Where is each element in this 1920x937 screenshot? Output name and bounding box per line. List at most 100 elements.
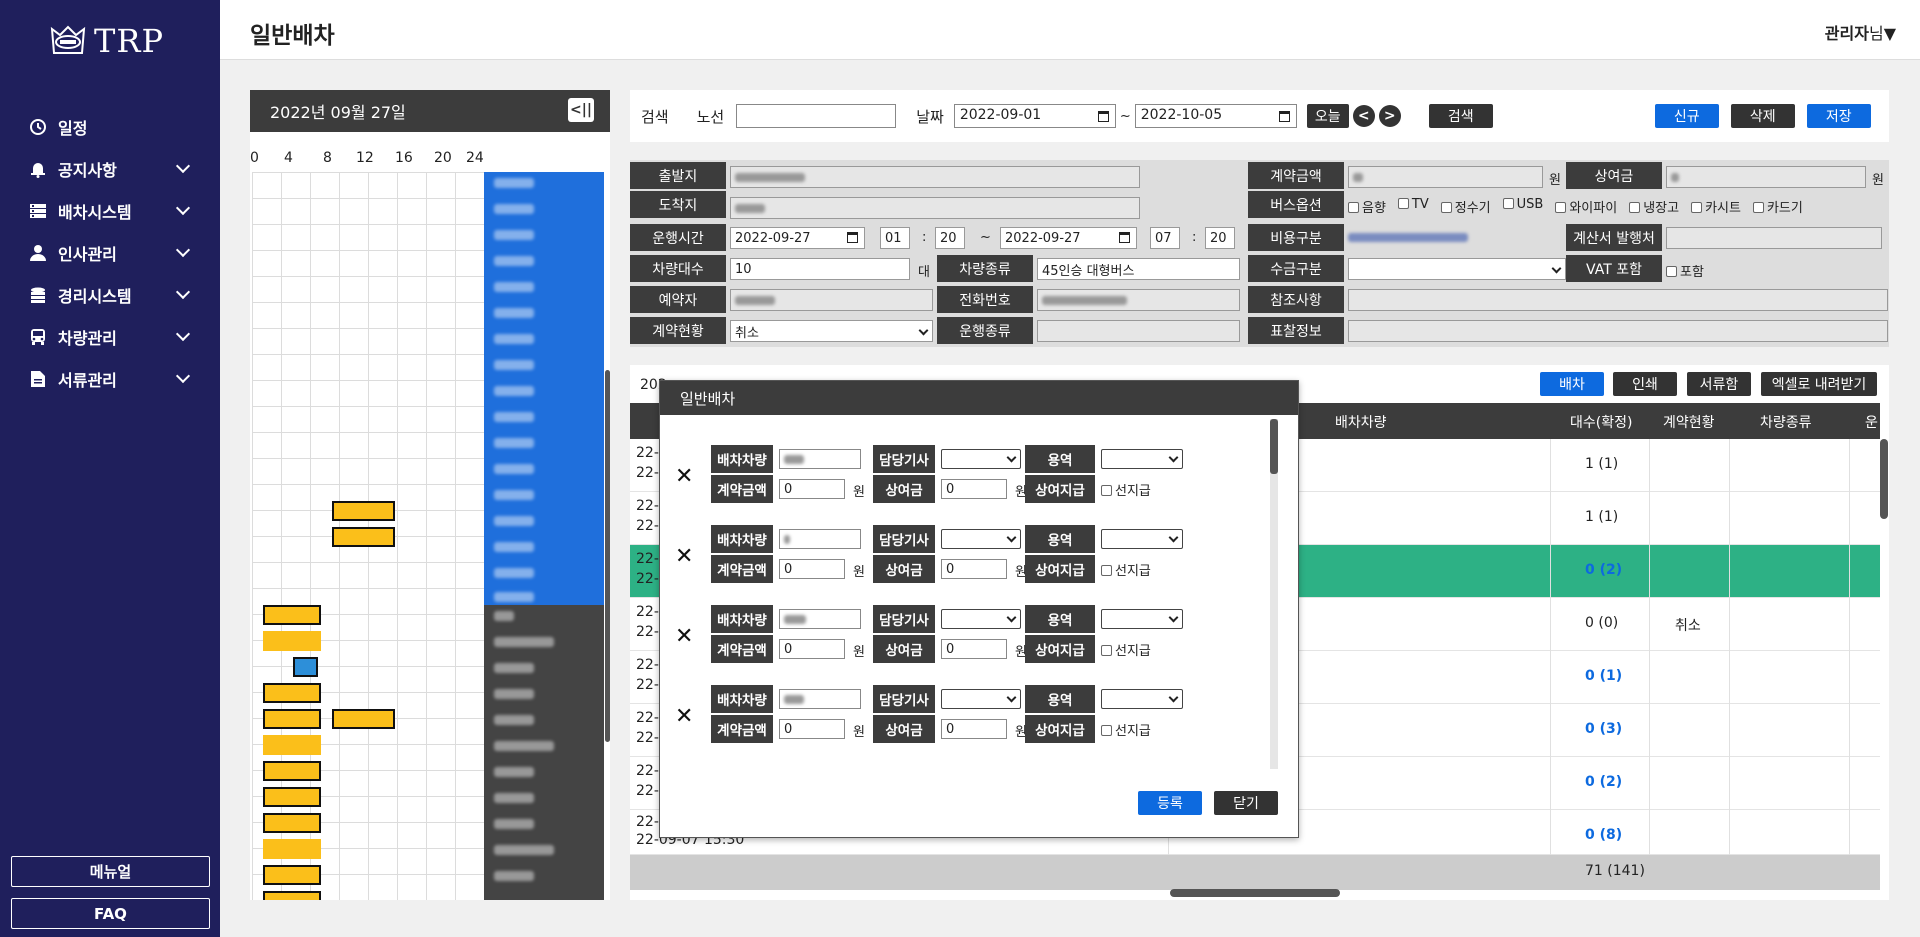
vehicle-list[interactable]: [484, 605, 604, 900]
bonus-input[interactable]: 0: [941, 479, 1007, 499]
save-button[interactable]: 저장: [1806, 104, 1871, 128]
service-select[interactable]: [1101, 529, 1183, 549]
invoice-input[interactable]: [1666, 227, 1882, 249]
date-to-input[interactable]: 2022-10-05: [1134, 104, 1297, 128]
destination-input[interactable]: [730, 197, 1140, 219]
logo[interactable]: TRP: [48, 22, 164, 60]
vehicle-input[interactable]: [779, 449, 861, 469]
schedule-bar[interactable]: [263, 891, 321, 900]
schedule-bar[interactable]: [263, 631, 321, 651]
vehicle-type-input[interactable]: 45인승 대형버스: [1037, 258, 1240, 280]
driver-select[interactable]: [941, 529, 1021, 549]
remove-row-button[interactable]: ✕: [675, 464, 693, 489]
service-select[interactable]: [1101, 609, 1183, 629]
documents-button[interactable]: 서류함: [1687, 372, 1751, 396]
option-card[interactable]: 카드기: [1752, 197, 1803, 216]
amount-input[interactable]: 0: [779, 479, 845, 499]
remove-row-button[interactable]: ✕: [675, 624, 693, 649]
vehicle-input[interactable]: [779, 529, 861, 549]
collapse-panel-button[interactable]: <||: [568, 98, 594, 122]
bonus-input[interactable]: 0: [941, 639, 1007, 659]
horizontal-scrollbar[interactable]: [1170, 889, 1340, 897]
option-fridge[interactable]: 냉장고: [1629, 197, 1679, 216]
bonus-input[interactable]: 0: [941, 719, 1007, 739]
driver-select[interactable]: [941, 449, 1021, 469]
prepay-checkbox[interactable]: 선지급: [1101, 720, 1151, 739]
nav-item-dispatch[interactable]: 배차시스템: [0, 190, 220, 232]
schedule-bar[interactable]: [332, 501, 395, 521]
schedule-bar[interactable]: [332, 709, 395, 729]
faq-button[interactable]: FAQ: [11, 898, 210, 929]
schedule-bar[interactable]: [332, 527, 395, 547]
schedule-bar[interactable]: [263, 787, 321, 807]
service-select[interactable]: [1101, 449, 1183, 469]
contract-status-select[interactable]: 취소: [730, 320, 933, 342]
schedule-bar[interactable]: [263, 839, 321, 859]
today-button[interactable]: 오늘: [1306, 104, 1349, 128]
new-button[interactable]: 신규: [1654, 104, 1719, 128]
nav-item-hr[interactable]: 인사관리: [0, 232, 220, 274]
schedule-scrollbar[interactable]: [605, 370, 610, 742]
schedule-bar[interactable]: [263, 865, 321, 885]
option-wifi[interactable]: 와이파이: [1555, 197, 1617, 216]
contract-amount-input[interactable]: [1348, 166, 1543, 188]
schedule-bar[interactable]: [263, 605, 321, 625]
phone-input[interactable]: [1037, 289, 1240, 311]
nav-item-notice[interactable]: 공지사항: [0, 148, 220, 190]
nav-item-documents[interactable]: 서류관리: [0, 358, 220, 400]
nav-item-accounting[interactable]: 경리시스템: [0, 274, 220, 316]
print-button[interactable]: 인쇄: [1613, 372, 1677, 396]
run-type-input[interactable]: [1037, 320, 1240, 342]
run-from-date[interactable]: 2022-09-27: [730, 227, 865, 249]
amount-input[interactable]: 0: [779, 639, 845, 659]
search-button[interactable]: 검색: [1428, 104, 1493, 128]
modal-scrollbar[interactable]: [1270, 419, 1278, 769]
option-carseat[interactable]: 카시트: [1691, 197, 1741, 216]
reference-input[interactable]: [1348, 289, 1888, 311]
reserver-input[interactable]: [730, 289, 933, 311]
close-button[interactable]: 닫기: [1214, 791, 1278, 815]
delete-button[interactable]: 삭제: [1730, 104, 1795, 128]
collect-type-select[interactable]: [1348, 258, 1566, 280]
remove-row-button[interactable]: ✕: [675, 544, 693, 569]
service-select[interactable]: [1101, 689, 1183, 709]
excel-download-button[interactable]: 엑셀로 내려받기: [1761, 372, 1877, 396]
next-date-button[interactable]: >: [1378, 105, 1401, 127]
date-from-input[interactable]: 2022-09-01: [953, 104, 1116, 128]
run-to-minute[interactable]: 20: [1205, 227, 1235, 249]
remove-row-button[interactable]: ✕: [675, 704, 693, 729]
schedule-bar[interactable]: [263, 683, 321, 703]
option-usb[interactable]: USB: [1502, 197, 1543, 216]
driver-select[interactable]: [941, 689, 1021, 709]
nav-item-vehicles[interactable]: 차량관리: [0, 316, 220, 358]
prev-date-button[interactable]: <: [1352, 105, 1375, 127]
schedule-bar[interactable]: [263, 761, 321, 781]
amount-input[interactable]: 0: [779, 719, 845, 739]
option-water[interactable]: 정수기: [1440, 197, 1491, 216]
run-to-date[interactable]: 2022-09-27: [1000, 227, 1137, 249]
cost-type-options[interactable]: [1348, 231, 1468, 246]
option-sound[interactable]: 음향: [1348, 197, 1386, 216]
vehicle-count-input[interactable]: 10: [730, 258, 910, 280]
schedule-bar[interactable]: [293, 657, 318, 677]
dispatch-button[interactable]: 배차: [1540, 372, 1604, 396]
bonus-input[interactable]: 0: [941, 559, 1007, 579]
schedule-bar[interactable]: [263, 735, 321, 755]
vat-checkbox[interactable]: 포함: [1666, 261, 1704, 280]
vertical-scrollbar[interactable]: [1880, 439, 1888, 519]
route-input[interactable]: [736, 104, 897, 128]
vehicle-input[interactable]: [779, 689, 861, 709]
amount-input[interactable]: 0: [779, 559, 845, 579]
vehicle-list-selected[interactable]: [484, 172, 604, 605]
prepay-checkbox[interactable]: 선지급: [1101, 480, 1151, 499]
nav-item-schedule[interactable]: 일정: [0, 106, 220, 148]
schedule-bar[interactable]: [263, 813, 321, 833]
departure-input[interactable]: [730, 166, 1140, 188]
user-menu[interactable]: 관리자님▼: [1825, 20, 1896, 44]
schedule-bar[interactable]: [263, 709, 321, 729]
prepay-checkbox[interactable]: 선지급: [1101, 560, 1151, 579]
vehicle-input[interactable]: [779, 609, 861, 629]
run-from-minute[interactable]: 20: [935, 227, 965, 249]
run-to-hour[interactable]: 07: [1150, 227, 1180, 249]
sign-info-input[interactable]: [1348, 320, 1888, 342]
